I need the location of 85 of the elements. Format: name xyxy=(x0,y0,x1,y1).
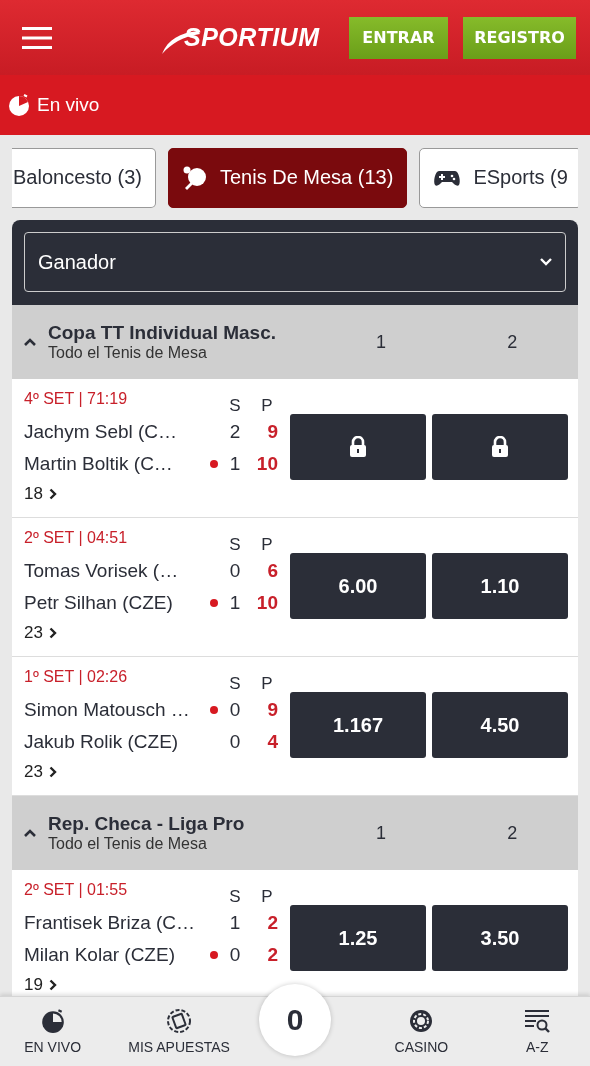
match-status: 2º SET | 01:55 xyxy=(24,881,129,899)
points-score: 4 xyxy=(266,731,278,753)
sport-tab[interactable]: Baloncesto (3) xyxy=(12,147,156,208)
list-search-icon xyxy=(524,1008,551,1034)
lock-icon xyxy=(491,436,509,458)
odds-button[interactable]: 1.167 xyxy=(290,692,426,758)
nav-item[interactable]: MIS APUESTAS xyxy=(105,997,253,1066)
column-label: 2 xyxy=(506,822,519,844)
sets-header: S xyxy=(228,396,242,416)
sets-score: 1 xyxy=(228,453,242,475)
points-header: P xyxy=(260,674,274,694)
match-status: 2º SET | 04:51 xyxy=(24,529,129,547)
column-label: 1 xyxy=(375,822,387,844)
chevron-right-icon xyxy=(48,627,57,639)
odds-button[interactable]: 1.25 xyxy=(290,905,426,971)
stopwatch-icon xyxy=(39,1008,66,1034)
player-name: Simon Matousch … xyxy=(24,699,191,721)
sets-score: 1 xyxy=(228,912,242,934)
points-score: 10 xyxy=(255,592,278,614)
chevron-down-icon xyxy=(540,258,552,266)
more-markets-link[interactable]: 23 xyxy=(24,762,57,782)
league-subtitle: Todo el Tenis de Mesa xyxy=(48,835,208,853)
sets-score: 0 xyxy=(228,699,242,721)
sets-score: 2 xyxy=(228,421,242,443)
player-name: Martin Boltik (C… xyxy=(24,453,174,475)
league-title: Copa TT Individual Masc. xyxy=(48,322,278,344)
league-header[interactable]: Rep. Checa - Liga Pro Todo el Tenis de Mesa 1 2 xyxy=(12,796,578,870)
points-score: 6 xyxy=(266,560,278,582)
casino-chip-icon xyxy=(408,1008,435,1034)
brand-logo[interactable]: SPORTIUM xyxy=(184,23,320,52)
chevron-up-icon xyxy=(24,338,36,346)
paddle-icon xyxy=(181,164,208,191)
column-label: 2 xyxy=(506,331,519,353)
nav-item[interactable]: EN VIVO xyxy=(0,997,106,1066)
stopwatch-icon xyxy=(7,93,31,117)
sets-header: S xyxy=(228,535,242,555)
odds-button[interactable]: 4.50 xyxy=(432,692,568,758)
player-name: Frantisek Briza (C… xyxy=(24,912,197,934)
points-score: 9 xyxy=(266,421,278,443)
odds-button[interactable] xyxy=(432,414,568,480)
chevron-right-icon xyxy=(48,488,57,500)
league-header[interactable]: Copa TT Individual Masc. Todo el Tenis de Mesa 1 2 xyxy=(12,305,578,379)
sets-header: S xyxy=(228,674,242,694)
chevron-right-icon xyxy=(48,979,57,991)
sets-score: 0 xyxy=(228,560,242,582)
more-markets-link[interactable]: 19 xyxy=(24,975,57,995)
player-name: Tomas Vorisek (… xyxy=(24,560,180,582)
sets-header: S xyxy=(228,887,242,907)
match-status: 1º SET | 02:26 xyxy=(24,668,129,686)
odds-button[interactable]: 1.10 xyxy=(432,553,568,619)
points-score: 2 xyxy=(266,944,278,966)
player-name: Jakub Rolik (CZE) xyxy=(24,731,180,753)
lock-icon xyxy=(349,436,367,458)
market-dropdown[interactable]: Ganador xyxy=(24,232,566,292)
receipt-icon xyxy=(166,1008,193,1034)
player-name: Petr Silhan (CZE) xyxy=(24,592,174,614)
live-label[interactable]: En vivo xyxy=(37,94,100,116)
more-markets-link[interactable]: 18 xyxy=(24,484,57,504)
chevron-up-icon xyxy=(24,829,36,837)
sets-score: 0 xyxy=(228,944,242,966)
league-title: Rep. Checa - Liga Pro xyxy=(48,813,246,835)
chevron-right-icon xyxy=(48,766,57,778)
player-name: Jachym Sebl (C… xyxy=(24,421,179,443)
points-header: P xyxy=(260,396,274,416)
sets-score: 1 xyxy=(228,592,242,614)
points-score: 9 xyxy=(266,699,278,721)
points-header: P xyxy=(260,535,274,555)
menu-icon[interactable] xyxy=(22,26,52,49)
nav-item[interactable]: A-Z xyxy=(484,997,590,1066)
sport-tab[interactable]: ESports (9 xyxy=(419,147,578,208)
sets-score: 0 xyxy=(228,731,242,753)
odds-button[interactable] xyxy=(290,414,426,480)
nav-item[interactable]: CASINO xyxy=(358,997,485,1066)
sport-tab[interactable]: Tenis De Mesa (13) xyxy=(167,147,408,208)
bet-slip-button[interactable]: 0 xyxy=(259,984,331,1056)
player-name: Milan Kolar (CZE) xyxy=(24,944,176,966)
odds-button[interactable]: 6.00 xyxy=(290,553,426,619)
odds-button[interactable]: 3.50 xyxy=(432,905,568,971)
points-score: 2 xyxy=(266,912,278,934)
league-subtitle: Todo el Tenis de Mesa xyxy=(48,344,208,362)
match-status: 4º SET | 71:19 xyxy=(24,390,129,408)
more-markets-link[interactable]: 23 xyxy=(24,623,57,643)
points-header: P xyxy=(260,887,274,907)
column-label: 1 xyxy=(375,331,387,353)
points-score: 10 xyxy=(255,453,278,475)
